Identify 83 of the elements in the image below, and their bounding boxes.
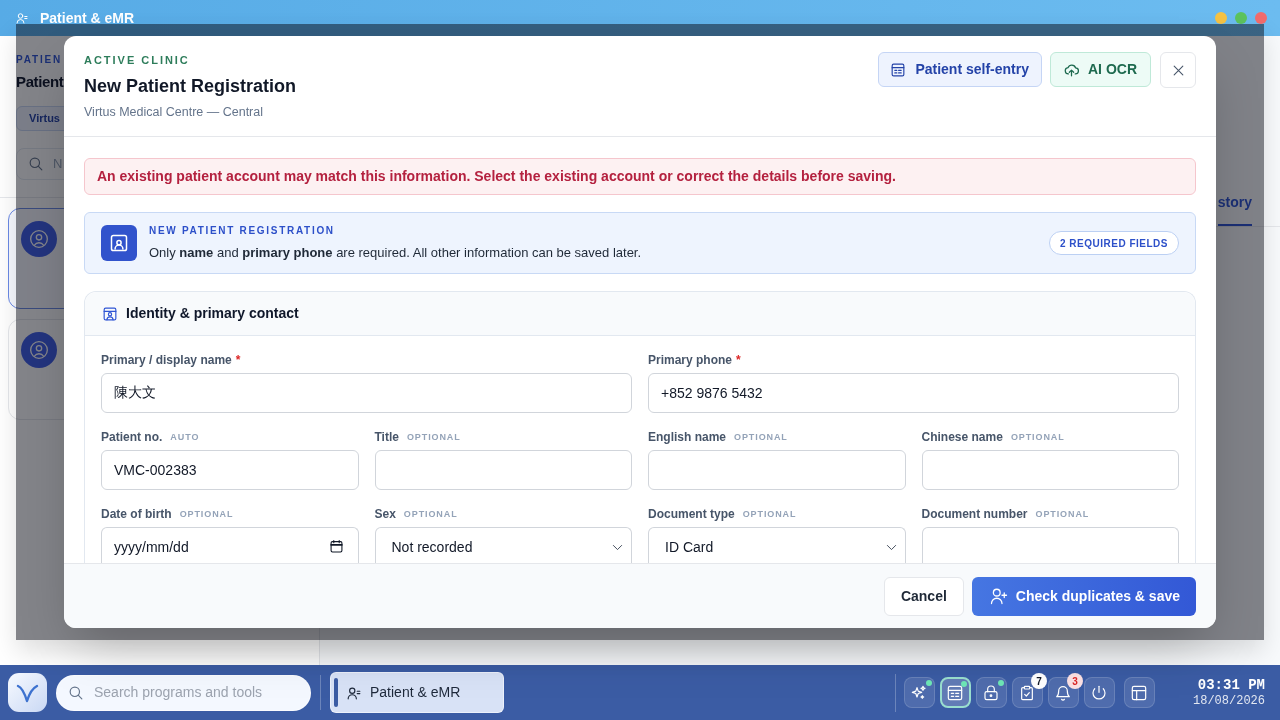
select-field[interactable]: Not recorded [374,527,632,563]
user-icon [347,685,361,700]
user-icon [16,12,28,24]
text-field[interactable]: +852 9876 5432 [648,373,1179,413]
input-field[interactable] [374,450,632,490]
text-field[interactable]: VMC-002383 [101,450,359,490]
clipboard-check-icon [1019,684,1036,701]
clinic-label: ACTIVE CLINIC [84,53,190,67]
field-hint: OPTIONAL [734,431,788,444]
avatar-icon [21,221,57,257]
field-label: Primary / display name [101,352,232,368]
search-icon [69,685,83,700]
field-hint: OPTIONAL [742,508,797,521]
lock-button[interactable] [976,677,1007,708]
count-badge: 3 [1067,673,1083,689]
date-field[interactable]: yyyy/mm/dd [101,527,359,563]
close-button[interactable] [1160,52,1196,88]
power-button[interactable] [1084,677,1115,708]
field-hint: OPTIONAL [403,508,458,521]
minimize-button[interactable] [1215,12,1227,24]
input-field[interactable] [921,450,1179,490]
notice-text: Only name and primary phone are required. All other information can be saved later. [149,244,642,262]
notice-title: NEW PATIENT REGISTRATION [149,224,336,238]
sparkles-icon [911,684,928,701]
field-label: English name [648,429,727,445]
input-field[interactable] [648,450,906,490]
count-badge: 7 [1031,673,1047,689]
window-title: Patient & eMR [40,9,135,27]
avatar-icon [21,332,57,368]
required-mark: * [235,352,241,368]
field-label: Document number [921,506,1028,522]
indicator-icon [334,678,338,707]
close-icon [1171,63,1185,77]
text-field[interactable]: 陳大文 [101,373,632,413]
required-mark: * [736,352,741,368]
input-field[interactable] [921,527,1179,563]
search-icon [29,157,43,171]
field-label: Date of birth [101,506,172,522]
clock-time: 03:31 PM [1197,676,1265,694]
taskbar-app-button[interactable]: Patient & eMR [330,672,504,713]
portrait-icon [101,225,137,261]
cloud-upload-icon [1064,62,1079,77]
close-window-button[interactable] [1255,12,1267,24]
self-entry-button[interactable]: Patient self-entry [878,52,1042,87]
power-icon [1091,684,1108,701]
lock-icon [983,684,1000,701]
layout-button[interactable] [1124,677,1155,708]
required-fields-badge: 2 REQUIRED FIELDS [1049,231,1179,255]
sidebar-label: PATIEN [16,53,62,67]
clock-date: 18/08/2026 [1193,693,1265,709]
field-label: Sex [374,506,396,522]
field-label: Patient no. [101,429,163,445]
chevron-down-icon [612,542,623,553]
calendar-icon [329,540,343,553]
user-plus-icon [989,587,1008,605]
field-label: Title [374,429,399,445]
section-title: Identity & primary contact [126,304,299,323]
field-label: Document type [648,506,735,522]
sidebar-heading: Patient [16,72,64,92]
layout-icon [1131,684,1148,701]
field-label: Chinese name [921,429,1003,445]
form-icon [947,684,964,701]
field-hint: OPTIONAL [1010,431,1065,444]
portrait-icon [103,306,117,321]
field-hint: OPTIONAL [179,508,234,521]
form-button[interactable] [940,677,971,708]
maximize-button[interactable] [1235,12,1247,24]
dialog-title: New Patient Registration [84,75,297,98]
alert-message: An existing patient account may match this information. Select the existing account or correct the details before saving. [84,158,1196,195]
clinic-name: Virtus Medical Centre — Central [84,104,263,120]
save-button[interactable]: Check duplicates & save [971,576,1196,616]
logo-icon [8,673,47,712]
sparkles-button[interactable] [904,677,935,708]
field-hint: OPTIONAL [406,431,461,444]
field-label: Primary phone [648,352,733,368]
ocr-button[interactable]: AI OCR [1050,52,1151,87]
field-hint: OPTIONAL [1035,508,1090,521]
form-icon [891,62,906,77]
cancel-button[interactable]: Cancel [883,576,964,616]
chevron-down-icon [885,542,897,553]
select-field[interactable]: ID Card [648,527,906,563]
field-hint: AUTO [170,431,200,444]
bell-icon [1055,684,1072,701]
